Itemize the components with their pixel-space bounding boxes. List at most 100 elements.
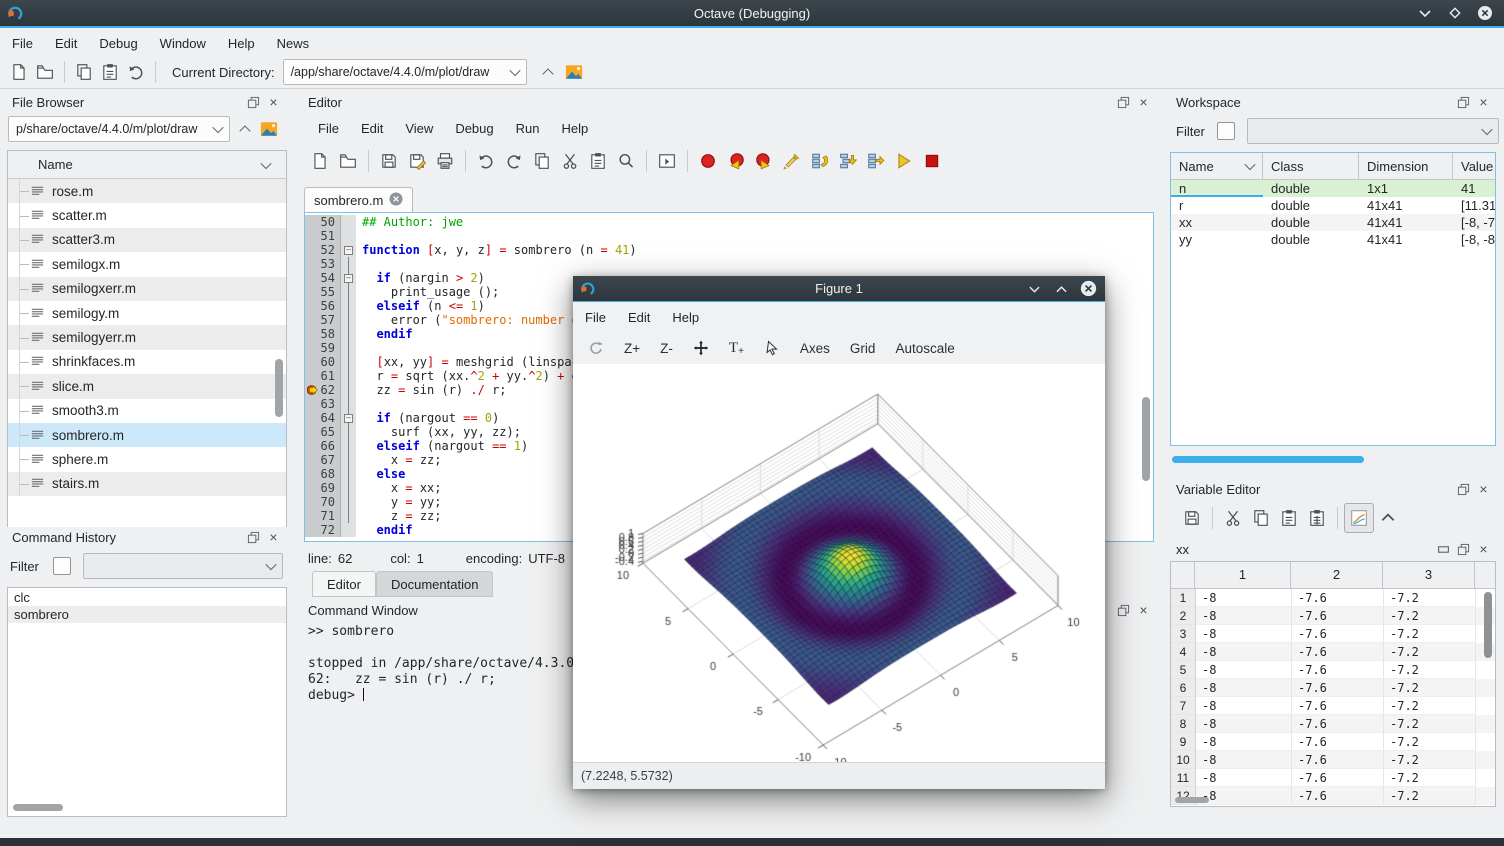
workspace-filter-checkbox[interactable]: [1217, 122, 1235, 140]
undo-icon[interactable]: [472, 147, 500, 175]
prev-breakpoint-icon[interactable]: [722, 147, 750, 175]
tab-editor[interactable]: Editor: [312, 571, 376, 597]
fold-margin[interactable]: –: [341, 271, 356, 285]
editor-menu-view[interactable]: View: [395, 118, 443, 139]
minimize-button[interactable]: [1416, 4, 1434, 22]
cell-value[interactable]: -7.2: [1384, 679, 1476, 697]
close-button[interactable]: [1079, 280, 1097, 298]
cell-value[interactable]: -7.6: [1292, 751, 1384, 769]
figure-window[interactable]: Figure 1 FileEditHelp Z+Z-T+AxesGridAuto…: [573, 276, 1105, 788]
cell-value[interactable]: -8: [1196, 751, 1292, 769]
cell-value[interactable]: -8: [1196, 769, 1292, 787]
cell-value[interactable]: -7.6: [1292, 607, 1384, 625]
menu-news[interactable]: News: [267, 33, 320, 54]
line-number[interactable]: 52: [305, 243, 341, 257]
menu-help[interactable]: Help: [218, 33, 265, 54]
figure-menu-file[interactable]: File: [575, 307, 616, 328]
variable-row-3[interactable]: 3-8-7.6-7.2: [1171, 625, 1495, 643]
open-folder-icon[interactable]: [32, 59, 58, 85]
grid-button[interactable]: Grid: [841, 338, 885, 359]
line-number[interactable]: 64: [305, 411, 341, 425]
line-number[interactable]: 50: [305, 215, 341, 229]
next-breakpoint-icon[interactable]: [750, 147, 778, 175]
float-panel-icon[interactable]: [1455, 541, 1472, 558]
fold-margin[interactable]: [341, 509, 356, 523]
file-row-semilogx-m[interactable]: semilogx.m: [8, 252, 286, 276]
fold-margin[interactable]: [341, 341, 356, 355]
new-file-icon[interactable]: [306, 147, 334, 175]
tab-documentation[interactable]: Documentation: [376, 571, 493, 597]
set-browser-directory-button[interactable]: [256, 116, 282, 142]
workspace-column-dimension[interactable]: Dimension: [1359, 153, 1453, 179]
step-out-icon[interactable]: [862, 147, 890, 175]
clear-breakpoints-icon[interactable]: [778, 147, 806, 175]
rotate-tool[interactable]: [579, 337, 613, 359]
cut-icon[interactable]: [556, 147, 584, 175]
select-tool[interactable]: [755, 337, 789, 359]
print-icon[interactable]: [431, 147, 459, 175]
menu-file[interactable]: File: [2, 33, 43, 54]
save-as-icon[interactable]: [403, 147, 431, 175]
workspace-filter-combo[interactable]: [1247, 118, 1499, 144]
cell-value[interactable]: -8: [1196, 661, 1292, 679]
fold-margin[interactable]: [341, 285, 356, 299]
cell-value[interactable]: -8: [1196, 787, 1292, 805]
history-filter-checkbox[interactable]: [53, 557, 71, 575]
close-panel-icon[interactable]: ×: [265, 94, 282, 111]
zoom-in-tool[interactable]: Z+: [615, 338, 649, 359]
paste-table-icon[interactable]: [1303, 504, 1331, 532]
float-panel-icon[interactable]: [1115, 602, 1132, 619]
line-number[interactable]: 58: [305, 327, 341, 341]
file-row-semilogyerr-m[interactable]: semilogyerr.m: [8, 325, 286, 349]
line-number[interactable]: 55: [305, 285, 341, 299]
pan-tool[interactable]: [684, 337, 718, 359]
cell-value[interactable]: -8: [1196, 643, 1292, 661]
cell-value[interactable]: -7.2: [1384, 787, 1476, 805]
variable-hscrollbar[interactable]: [1175, 797, 1209, 803]
line-number[interactable]: 68: [305, 467, 341, 481]
menu-window[interactable]: Window: [150, 33, 216, 54]
collapse-icon[interactable]: [1374, 504, 1402, 532]
cell-value[interactable]: -7.6: [1292, 697, 1384, 715]
line-number[interactable]: 66: [305, 439, 341, 453]
line-number[interactable]: 62: [305, 383, 341, 397]
file-browser-path-combo[interactable]: p/share/octave/4.4.0/m/plot/draw: [8, 116, 230, 142]
fold-margin[interactable]: [341, 369, 356, 383]
redo-icon[interactable]: [500, 147, 528, 175]
editor-vscrollbar[interactable]: [1142, 397, 1150, 481]
file-list-vscrollbar[interactable]: [275, 359, 283, 417]
cell-value[interactable]: -8: [1196, 589, 1292, 607]
close-panel-icon[interactable]: ×: [1475, 94, 1492, 111]
variable-row-6[interactable]: 6-8-7.6-7.2: [1171, 679, 1495, 697]
cell-value[interactable]: -7.2: [1384, 715, 1476, 733]
open-folder-icon[interactable]: [334, 147, 362, 175]
file-row-stairs-m[interactable]: stairs.m: [8, 472, 286, 496]
line-number[interactable]: 61: [305, 369, 341, 383]
workspace-row-r[interactable]: rdouble41x41[11.314: [1171, 197, 1495, 214]
history-filter-combo[interactable]: [83, 553, 283, 579]
maximize-button[interactable]: [1052, 280, 1070, 298]
float-panel-icon[interactable]: [1115, 94, 1132, 111]
file-row-shrinkfaces-m[interactable]: shrinkfaces.m: [8, 350, 286, 374]
close-panel-icon[interactable]: ×: [1475, 481, 1492, 498]
minimize-button[interactable]: [1025, 280, 1043, 298]
close-panel-icon[interactable]: ×: [1135, 602, 1152, 619]
variable-row-12[interactable]: 12-8-7.6-7.2: [1171, 787, 1495, 805]
cell-value[interactable]: -8: [1196, 697, 1292, 715]
figure-menu-help[interactable]: Help: [662, 307, 709, 328]
variable-row-4[interactable]: 4-8-7.6-7.2: [1171, 643, 1495, 661]
cell-value[interactable]: -7.2: [1384, 661, 1476, 679]
cell-value[interactable]: -7.6: [1292, 661, 1384, 679]
fold-margin[interactable]: [341, 327, 356, 341]
cell-value[interactable]: -7.2: [1384, 625, 1476, 643]
figure-menu-edit[interactable]: Edit: [618, 307, 660, 328]
fold-margin[interactable]: [341, 355, 356, 369]
file-row-scatter-m[interactable]: scatter.m: [8, 203, 286, 227]
fold-margin[interactable]: [341, 481, 356, 495]
paste-icon[interactable]: [97, 59, 123, 85]
zoom-out-tool[interactable]: Z-: [651, 338, 682, 359]
file-row-semilogy-m[interactable]: semilogy.m: [8, 301, 286, 325]
close-panel-icon[interactable]: ×: [265, 529, 282, 546]
paste-icon[interactable]: [584, 147, 612, 175]
workspace-row-n[interactable]: ndouble1x141: [1171, 180, 1495, 197]
